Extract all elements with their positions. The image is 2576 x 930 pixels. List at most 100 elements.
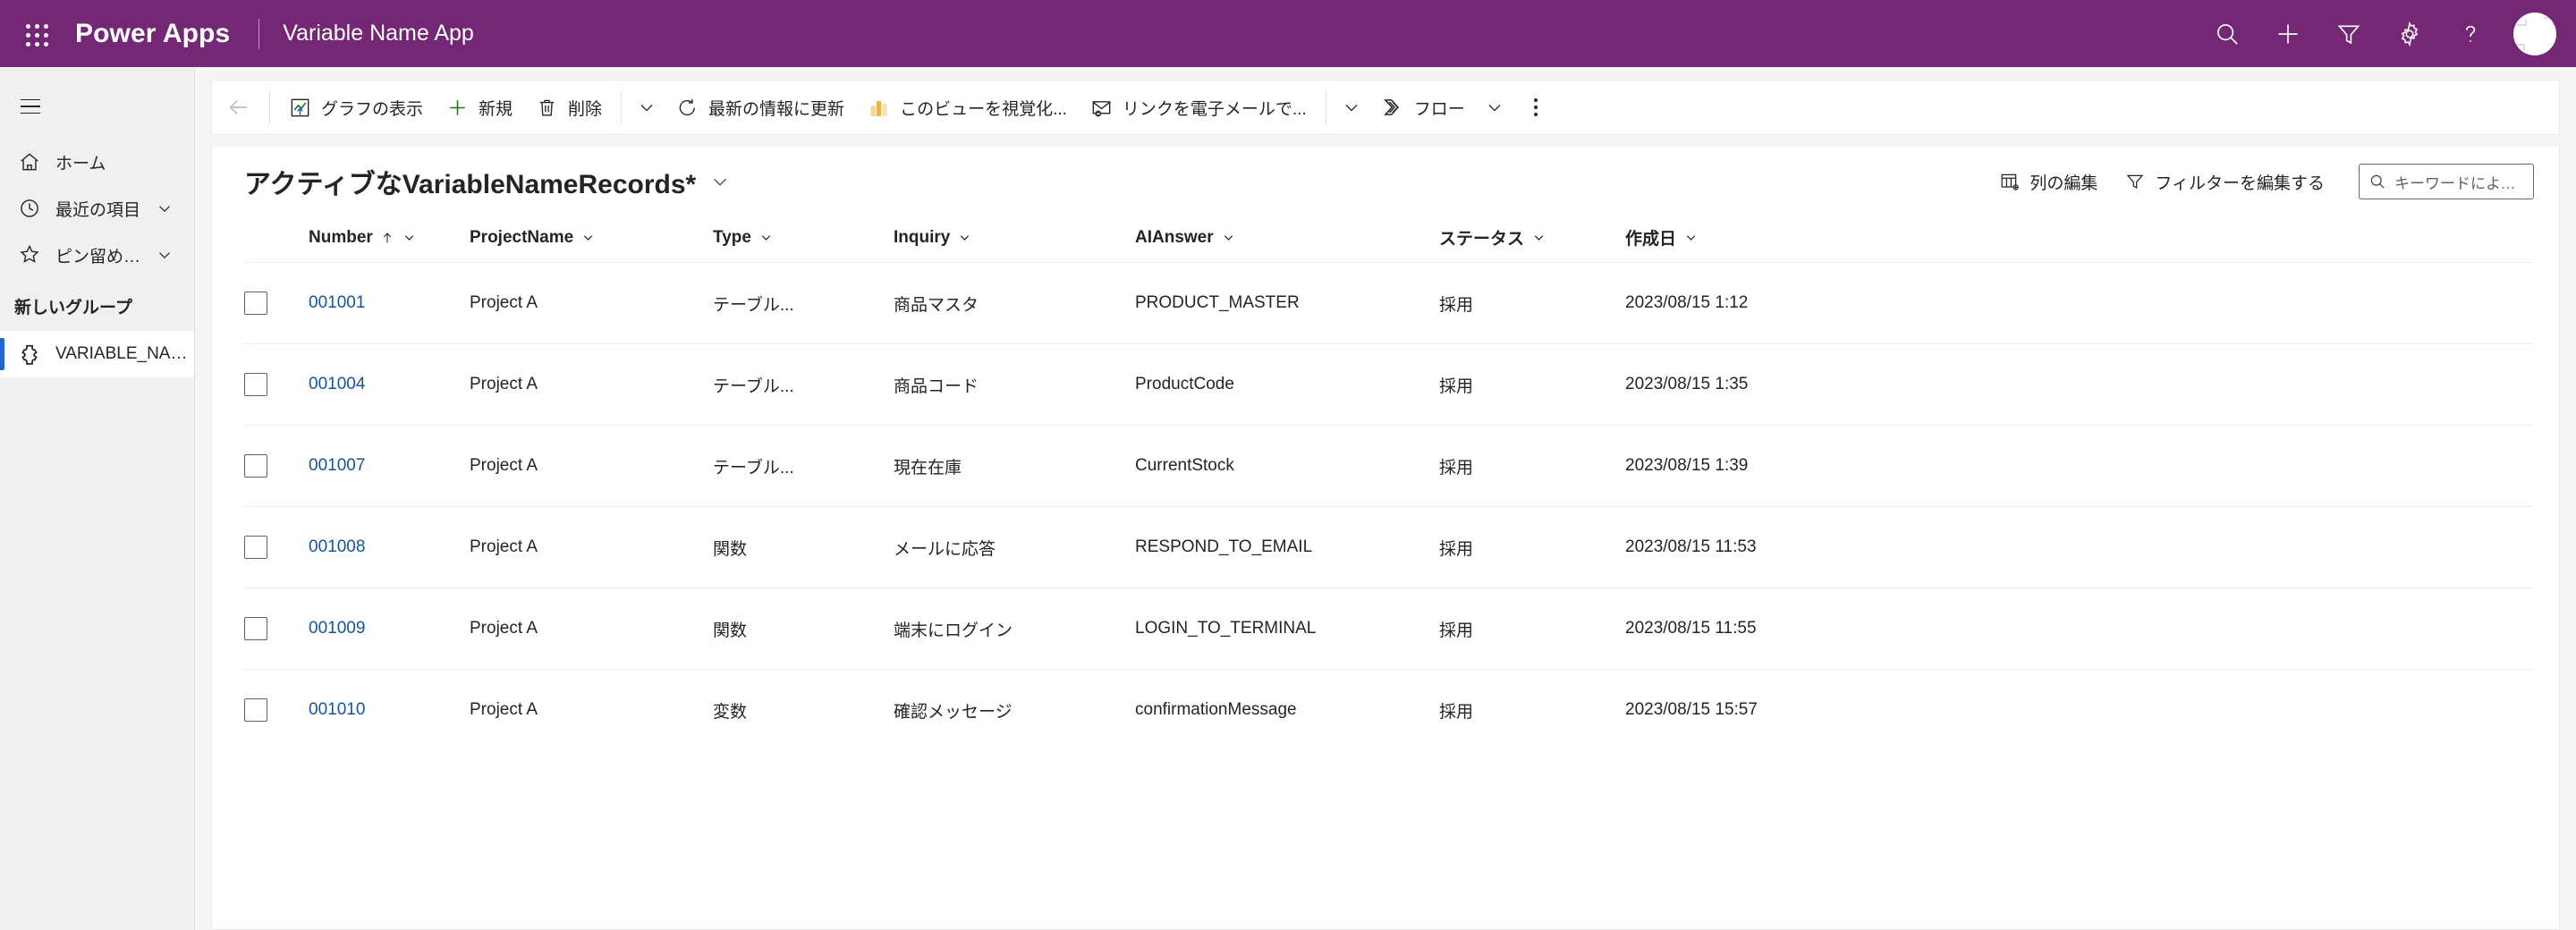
row-checkbox[interactable] <box>244 617 267 640</box>
refresh-button[interactable]: 最新の情報に更新 <box>665 87 856 128</box>
cell-created-text: 2023/08/15 11:55 <box>1625 619 1757 638</box>
chevron-down-icon[interactable] <box>155 199 174 218</box>
row-checkbox-cell <box>244 669 309 751</box>
sidebar-item-variable-name-records[interactable]: VARIABLE_NAME_RE... <box>0 331 194 377</box>
table-row[interactable]: 001010 Project A 変数 確認メッセージ confirmationMess… <box>244 669 2534 751</box>
chevron-down-icon[interactable] <box>1683 230 1699 245</box>
search-icon <box>2368 173 2386 190</box>
show-chart-button[interactable]: グラフの表示 <box>277 87 435 128</box>
edit-columns-button[interactable]: 列の編集 <box>1988 162 2108 201</box>
table-row[interactable]: 001004 Project A テーブル... 商品コード ProductCode 採用… <box>244 343 2534 426</box>
status-badge: 採用 <box>1439 343 1625 426</box>
cell-number-text[interactable]: 001007 <box>309 456 470 476</box>
th-projectname[interactable]: ProjectName <box>470 216 713 263</box>
cell-projectname: Project A <box>470 588 713 670</box>
cell-projectname-text: Project A <box>470 456 538 475</box>
th-aianswer[interactable]: AIAnswer <box>1135 216 1439 263</box>
chevron-down-icon[interactable] <box>758 230 774 245</box>
chevron-down-icon[interactable] <box>155 245 174 265</box>
email-link-label: リンクを電子メールで... <box>1122 99 1307 119</box>
cell-number[interactable]: 001001 <box>309 262 470 344</box>
row-checkbox[interactable] <box>244 373 267 396</box>
chevron-down-icon[interactable] <box>1477 87 1513 128</box>
edit-columns-label: 列の編集 <box>2029 173 2098 193</box>
flow-button[interactable]: フロー <box>1369 87 1477 128</box>
entity-icon <box>14 339 45 369</box>
cell-number-text[interactable]: 001004 <box>309 375 470 394</box>
search-icon[interactable] <box>2197 0 2258 67</box>
chevron-down-icon[interactable] <box>402 230 417 245</box>
cell-type-text: 変数 <box>713 702 748 722</box>
sidebar-item-recent[interactable]: 最近の項目 <box>0 185 194 232</box>
cell-type: 変数 <box>713 669 894 751</box>
delete-button[interactable]: 削除 <box>524 87 614 128</box>
cell-number[interactable]: 001009 <box>309 588 470 670</box>
cell-aianswer: confirmationMessage <box>1135 669 1439 751</box>
visualize-view-button[interactable]: このビューを視覚化... <box>856 87 1079 128</box>
filter-icon[interactable] <box>2318 0 2379 67</box>
status-badge-text: 採用 <box>1439 539 1474 559</box>
cell-created-text: 2023/08/15 1:35 <box>1625 375 1749 393</box>
sidebar-item-pinned[interactable]: ピン留め済み <box>0 232 194 278</box>
edit-filters-button[interactable]: フィルターを編集する <box>2114 162 2335 201</box>
cell-number-text[interactable]: 001009 <box>309 619 470 638</box>
cell-created: 2023/08/15 11:55 <box>1625 588 2534 670</box>
cell-number[interactable]: 001004 <box>309 343 470 426</box>
sidebar-item-label: 最近の項目 <box>55 200 141 220</box>
chevron-down-icon[interactable] <box>1221 230 1236 245</box>
chevron-down-icon[interactable] <box>957 230 972 245</box>
cell-inquiry-text: 商品コード <box>894 376 979 396</box>
sidebar-item-home[interactable]: ホーム <box>0 139 194 185</box>
command-divider <box>621 90 623 124</box>
cell-number-text[interactable]: 001010 <box>309 700 470 720</box>
th-number[interactable]: Number <box>309 216 470 263</box>
cell-number-text[interactable]: 001008 <box>309 537 470 557</box>
row-checkbox[interactable] <box>244 292 267 315</box>
new-button[interactable]: 新規 <box>435 87 524 128</box>
help-icon[interactable] <box>2440 0 2501 67</box>
row-checkbox[interactable] <box>244 536 267 559</box>
table-row[interactable]: 001008 Project A 関数 メールに応答 RESPOND_TO_EMAIL 採… <box>244 506 2534 588</box>
cell-number-text[interactable]: 001001 <box>309 293 470 313</box>
status-badge: 採用 <box>1439 588 1625 670</box>
search-input[interactable]: キーワードによるフ... <box>2359 164 2534 199</box>
table-row[interactable]: 001001 Project A テーブル... 商品マスタ PRODUCT_MASTE… <box>244 262 2534 344</box>
cell-number[interactable]: 001007 <box>309 425 470 507</box>
sort-ascending-icon <box>380 231 394 245</box>
more-vertical-icon[interactable] <box>1518 87 1554 128</box>
cell-inquiry-text: 現在在庫 <box>894 458 962 478</box>
row-checkbox-cell <box>244 588 309 670</box>
cell-aianswer: RESPOND_TO_EMAIL <box>1135 506 1439 588</box>
chevron-down-icon[interactable] <box>708 170 732 193</box>
chevron-down-icon[interactable] <box>1531 230 1546 245</box>
th-created[interactable]: 作成日 <box>1625 216 2534 263</box>
back-arrow-icon[interactable] <box>216 87 262 128</box>
th-inquiry-label: Inquiry <box>894 227 951 247</box>
email-link-button[interactable]: リンクを電子メールで... <box>1079 87 1318 128</box>
gear-icon[interactable] <box>2379 0 2440 67</box>
user-avatar[interactable] <box>2513 12 2556 55</box>
row-checkbox-cell <box>244 343 309 426</box>
chevron-down-icon[interactable] <box>580 230 596 245</box>
main-content: グラフの表示 新規 削除 最新の情報に更新 このビューを視覚化... リンクを電… <box>195 67 2576 930</box>
cell-number[interactable]: 001010 <box>309 669 470 751</box>
row-checkbox[interactable] <box>244 454 267 478</box>
table-row[interactable]: 001009 Project A 関数 端末にログイン LOGIN_TO_TERMINA… <box>244 588 2534 670</box>
add-icon[interactable] <box>2258 0 2318 67</box>
chevron-down-icon[interactable] <box>1334 87 1369 128</box>
brand-title[interactable]: Power Apps <box>64 19 235 49</box>
th-type[interactable]: Type <box>713 216 894 263</box>
waffle-grid-icon[interactable] <box>16 14 55 54</box>
table-row[interactable]: 001007 Project A テーブル... 現在在庫 CurrentStock 採用… <box>244 425 2534 507</box>
th-status[interactable]: ステータス <box>1439 216 1625 263</box>
show-chart-label: グラフの表示 <box>321 99 424 119</box>
row-checkbox[interactable] <box>244 698 267 723</box>
chevron-down-icon[interactable] <box>629 87 665 128</box>
cell-projectname-text: Project A <box>470 293 538 312</box>
cell-type: テーブル... <box>713 343 894 426</box>
th-inquiry[interactable]: Inquiry <box>894 216 1135 263</box>
cell-type-text: 関数 <box>713 539 748 559</box>
hamburger-icon[interactable] <box>9 85 52 128</box>
cell-created-text: 2023/08/15 15:57 <box>1625 700 1758 720</box>
cell-number[interactable]: 001008 <box>309 506 470 588</box>
